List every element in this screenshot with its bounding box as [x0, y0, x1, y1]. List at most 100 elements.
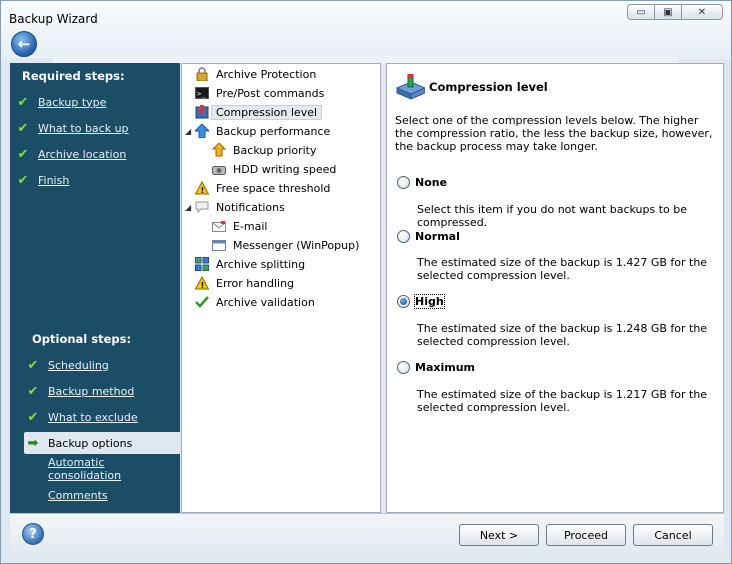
option-label: None [415, 176, 448, 189]
radio-none[interactable] [397, 176, 410, 189]
checkmark-icon: ✔ [17, 172, 29, 188]
help-button[interactable]: ? [22, 523, 44, 545]
step-scheduling[interactable]: ✔ Scheduling [26, 354, 109, 376]
required-steps-title: Required steps: [22, 69, 125, 83]
checkmark-icon: ✔ [17, 94, 29, 110]
maximize-button[interactable]: ▣ [654, 4, 682, 20]
radio-maximum[interactable] [397, 361, 410, 374]
tree-item-label: E-mail [233, 219, 268, 233]
cancel-button[interactable]: Cancel [633, 524, 713, 546]
up-arrow-icon [194, 124, 210, 138]
optional-steps-title: Optional steps: [32, 332, 132, 346]
step-backup-options[interactable]: ➡ Backup options [24, 432, 182, 454]
tree-item-hdd-writing-speed[interactable]: HDD writing speed [211, 160, 336, 178]
tree-item-label: Messenger (WinPopup) [233, 238, 360, 252]
option-label: Normal [415, 230, 460, 243]
step-archive-location[interactable]: ✔ Archive location [16, 143, 127, 165]
checkmark-icon: ✔ [17, 120, 29, 136]
arrow-right-icon: ➡ [27, 435, 39, 451]
tree-item-label: Backup priority [233, 143, 317, 157]
step-label: Automatic consolidation [48, 456, 122, 482]
minimize-button[interactable]: ▭ [627, 4, 655, 20]
svg-text:>_: >_ [197, 90, 206, 98]
radio-high[interactable] [397, 295, 410, 308]
hdd-icon [211, 162, 227, 176]
tree-item-label: Free space threshold [216, 181, 331, 195]
tree-item-error-handling[interactable]: ! Error handling [194, 274, 294, 292]
option-normal[interactable]: Normal [397, 230, 460, 243]
tree-item-archive-protection[interactable]: Archive Protection [194, 65, 316, 83]
next-button[interactable]: Next > [459, 524, 539, 546]
proceed-button[interactable]: Proceed [546, 524, 626, 546]
checkmark-icon [194, 295, 210, 309]
radio-normal[interactable] [397, 230, 410, 243]
step-what-to-exclude[interactable]: ✔ What to exclude [26, 406, 138, 428]
option-none[interactable]: None [397, 176, 447, 189]
step-label: Archive location [38, 147, 127, 161]
expand-triangle-icon[interactable]: ◢ [185, 203, 191, 212]
window-title: Backup Wizard [9, 12, 98, 26]
step-label: What to back up [38, 121, 129, 135]
step-label: Comments [48, 488, 108, 502]
option-high-description: The estimated size of the backup is 1.24… [417, 322, 708, 348]
help-icon: ? [29, 526, 37, 542]
tree-item-notifications[interactable]: Notifications [194, 198, 285, 216]
tree-item-label: Notifications [216, 200, 285, 214]
tree-item-archive-validation[interactable]: Archive validation [194, 293, 315, 311]
tree-item-label: Error handling [216, 276, 295, 290]
footer-bar: ? Next > Proceed Cancel [10, 513, 724, 554]
expand-triangle-icon[interactable]: ◢ [185, 127, 191, 136]
step-label: Backup options [48, 436, 133, 450]
backup-wizard-window: Backup Wizard ▭ ▣ ✕ ← Required steps: ✔ … [0, 0, 732, 564]
tree-item-email[interactable]: E-mail [211, 217, 268, 235]
back-button[interactable]: ← [11, 31, 37, 57]
checkmark-icon: ✔ [27, 383, 39, 399]
back-arrow-icon: ← [17, 35, 31, 53]
envelope-icon [211, 219, 227, 233]
tree-item-label: Archive Protection [216, 67, 317, 81]
tree-item-label: Archive splitting [216, 257, 306, 271]
tree-item-backup-priority[interactable]: Backup priority [211, 141, 317, 159]
svg-text:!: ! [201, 186, 205, 195]
step-label: Backup method [48, 384, 135, 398]
close-button[interactable]: ✕ [681, 4, 723, 20]
tree-item-free-space-threshold[interactable]: ! Free space threshold [194, 179, 330, 197]
option-maximum-description: The estimated size of the backup is 1.21… [417, 388, 708, 414]
speech-bubble-icon [194, 200, 210, 214]
step-backup-method[interactable]: ✔ Backup method [26, 380, 135, 402]
step-finish[interactable]: ✔ Finish [16, 169, 70, 191]
option-label: High [414, 294, 445, 309]
option-high[interactable]: High [397, 294, 445, 309]
tree-item-pre-post-commands[interactable]: >_ Pre/Post commands [194, 84, 324, 102]
tree-item-archive-splitting[interactable]: Archive splitting [194, 255, 305, 273]
panel-description: Select one of the compression levels bel… [395, 114, 713, 153]
console-icon: >_ [194, 86, 210, 100]
option-maximum[interactable]: Maximum [397, 361, 475, 374]
tree-item-label: Archive validation [216, 295, 315, 309]
checkmark-icon: ✔ [27, 357, 39, 373]
option-normal-description: The estimated size of the backup is 1.42… [417, 256, 708, 282]
option-label: Maximum [415, 361, 475, 374]
step-label: What to exclude [48, 410, 138, 424]
compression-icon [194, 105, 210, 119]
tree-item-compression-level[interactable]: Compression level [194, 103, 323, 121]
warning-icon: ! [194, 276, 210, 290]
step-backup-type[interactable]: ✔ Backup type [16, 91, 107, 113]
step-label: Scheduling [48, 358, 109, 372]
tree-item-label: Pre/Post commands [216, 86, 325, 100]
tree-item-label: HDD writing speed [233, 162, 337, 176]
step-what-to-back-up[interactable]: ✔ What to back up [16, 117, 129, 139]
step-automatic-consolidation[interactable]: Automatic consolidation [48, 456, 180, 482]
split-icon [194, 257, 210, 271]
tree-item-label: Compression level [211, 104, 323, 120]
tree-item-messenger-winpopup[interactable]: Messenger (WinPopup) [211, 236, 359, 254]
warning-icon: ! [194, 181, 210, 195]
checkmark-icon: ✔ [17, 146, 29, 162]
step-label: Finish [38, 173, 70, 187]
tree-item-backup-performance[interactable]: Backup performance [194, 122, 330, 140]
panel-title: Compression level [429, 80, 548, 94]
step-comments[interactable]: Comments [48, 484, 108, 506]
title-bar: Backup Wizard ▭ ▣ ✕ ← [1, 1, 731, 59]
compression-header-icon [395, 73, 427, 100]
compression-panel: Compression level Select one of the comp… [386, 63, 724, 513]
